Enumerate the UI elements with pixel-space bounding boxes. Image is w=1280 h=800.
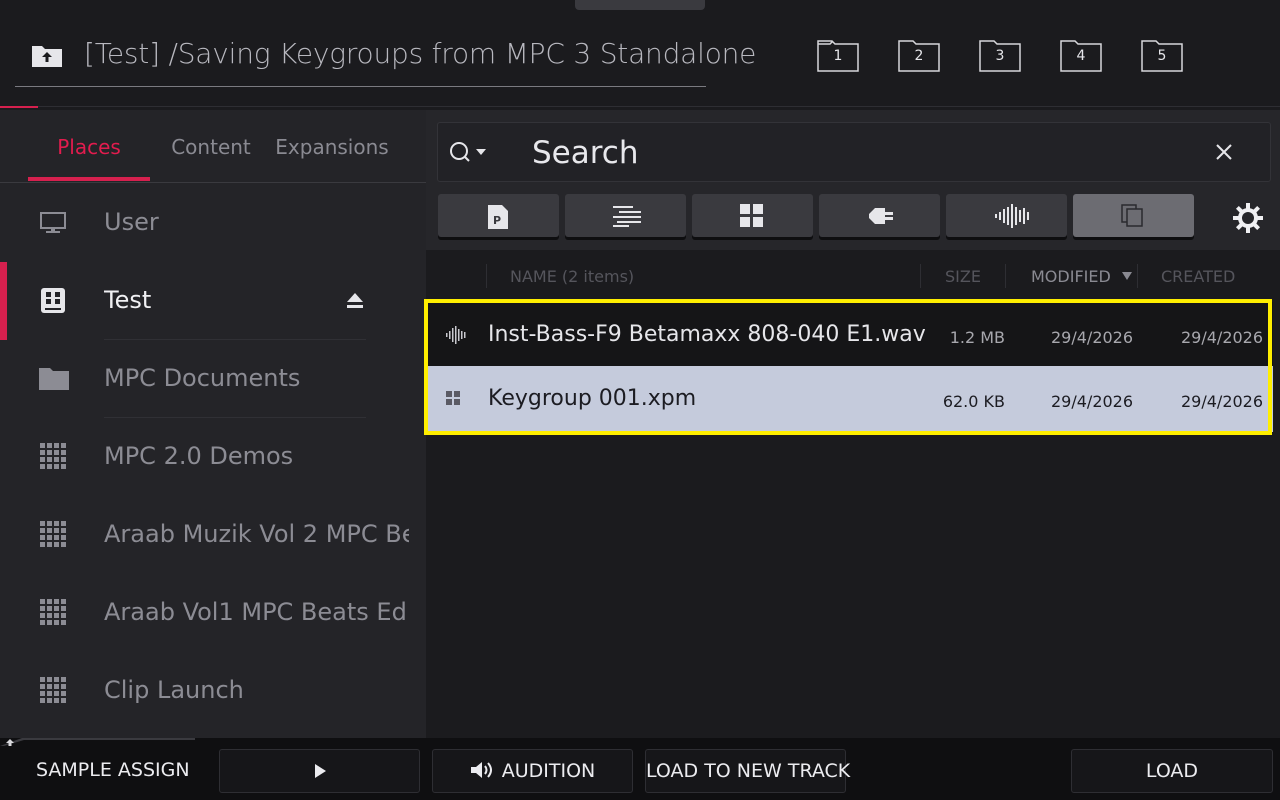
col-modified[interactable]: MODIFIED bbox=[1031, 267, 1111, 286]
pad-grid-icon bbox=[40, 677, 66, 703]
tab-content[interactable]: Content bbox=[150, 110, 272, 182]
file-created: 29/4/2026 bbox=[1181, 392, 1264, 411]
tab-places[interactable]: Places bbox=[28, 110, 150, 182]
svg-text:P: P bbox=[493, 214, 501, 227]
plugin-filter-button[interactable] bbox=[819, 194, 940, 237]
file-modified: 29/4/2026 bbox=[1051, 328, 1134, 347]
search-icon[interactable] bbox=[448, 139, 492, 167]
program-filter-button[interactable] bbox=[692, 194, 813, 237]
sidebar-item-label: User bbox=[104, 208, 159, 236]
col-size[interactable]: SIZE bbox=[945, 267, 981, 286]
file-row[interactable]: Keygroup 001.xpm 62.0 KB 29/4/2026 29/4/… bbox=[426, 366, 1273, 432]
up-folder-icon[interactable] bbox=[31, 42, 63, 68]
speaker-icon bbox=[470, 762, 492, 778]
sample-filter-button[interactable] bbox=[946, 194, 1067, 237]
project-filter-button[interactable]: P bbox=[438, 194, 559, 237]
pad-grid-icon bbox=[40, 443, 66, 469]
all-files-filter-button[interactable] bbox=[1073, 194, 1194, 237]
selection-marker bbox=[0, 262, 7, 340]
sidebar-item-label: Araab Vol1 MPC Beats Edition bbox=[104, 598, 409, 626]
quick-folder-label: 2 bbox=[914, 48, 924, 64]
sidebar-item-clip-launch[interactable]: Clip Launch bbox=[0, 652, 426, 730]
all-files-filter-icon bbox=[1121, 204, 1143, 227]
quick-folder-label: 1 bbox=[833, 48, 843, 64]
quick-folder-label: 4 bbox=[1076, 48, 1086, 64]
header: [Test] /Saving Keygroups from MPC 3 Stan… bbox=[0, 0, 1280, 106]
accent-mark bbox=[0, 106, 38, 108]
quick-folder-5[interactable]: 5 bbox=[1141, 40, 1183, 72]
quick-folder-1[interactable]: 1 bbox=[817, 40, 859, 72]
file-size: 1.2 MB bbox=[949, 328, 1005, 347]
sidebar-item-araab-vol2[interactable]: Araab Muzik Vol 2 MPC Beats bbox=[0, 496, 426, 574]
drive-icon bbox=[41, 288, 65, 313]
waveform-icon bbox=[446, 326, 466, 344]
sample-assign-button[interactable]: SAMPLE ASSIGN bbox=[36, 759, 190, 781]
close-icon[interactable] bbox=[1214, 142, 1234, 162]
divider bbox=[920, 264, 921, 288]
tab-expansions[interactable]: Expansions bbox=[272, 110, 392, 182]
eject-icon[interactable] bbox=[346, 292, 364, 310]
plugin-filter-icon bbox=[869, 208, 893, 224]
shift-up-icon[interactable] bbox=[0, 738, 195, 746]
file-created: 29/4/2026 bbox=[1181, 328, 1264, 347]
col-created[interactable]: CREATED bbox=[1161, 267, 1235, 286]
sort-down-icon bbox=[1122, 272, 1132, 280]
file-list: Inst-Bass-F9 Betamaxx 808-040 E1.wav 1.2… bbox=[426, 298, 1273, 434]
divider bbox=[486, 264, 487, 288]
sample-filter-icon bbox=[995, 204, 1029, 228]
monitor-icon bbox=[40, 212, 66, 233]
sidebar-item-user[interactable]: User bbox=[0, 184, 426, 262]
program-filter-icon bbox=[740, 204, 763, 227]
file-browser: P bbox=[426, 110, 1280, 738]
search-input[interactable] bbox=[532, 131, 1192, 175]
pad-grid-icon bbox=[40, 599, 66, 625]
divider bbox=[1137, 264, 1138, 288]
quick-folder-2[interactable]: 2 bbox=[898, 40, 940, 72]
sidebar-item-mpc-demos[interactable]: MPC 2.0 Demos bbox=[0, 418, 426, 496]
file-size: 62.0 KB bbox=[942, 392, 1005, 411]
quick-folder-label: 5 bbox=[1157, 48, 1167, 64]
sequence-filter-icon bbox=[613, 206, 641, 227]
bottom-bar: SAMPLE ASSIGN AUDITION LOAD TO NEW TRACK… bbox=[0, 738, 1280, 800]
file-name: Inst-Bass-F9 Betamaxx 808-040 E1.wav bbox=[488, 322, 926, 347]
sequence-filter-button[interactable] bbox=[565, 194, 686, 237]
search-toolbar: P bbox=[426, 110, 1280, 250]
audition-label: AUDITION bbox=[501, 760, 596, 782]
active-tab-indicator bbox=[28, 177, 150, 181]
sidebar-item-label: Araab Muzik Vol 2 MPC Beats bbox=[104, 520, 409, 548]
sidebar-item-araab-vol1[interactable]: Araab Vol1 MPC Beats Edition bbox=[0, 574, 426, 652]
sidebar-item-label: MPC 2.0 Demos bbox=[104, 442, 294, 470]
sidebar-item-test[interactable]: Test bbox=[0, 262, 426, 340]
current-path: [Test] /Saving Keygroups from MPC 3 Stan… bbox=[84, 37, 757, 70]
load-to-new-track-button[interactable]: LOAD TO NEW TRACK bbox=[645, 749, 850, 793]
file-row[interactable]: Inst-Bass-F9 Betamaxx 808-040 E1.wav 1.2… bbox=[426, 302, 1273, 368]
search-box[interactable] bbox=[437, 122, 1271, 182]
load-button[interactable]: LOAD bbox=[1071, 749, 1273, 793]
column-header: NAME (2 items) SIZE MODIFIED CREATED bbox=[426, 258, 1280, 294]
sidebar-item-label: Clip Launch bbox=[104, 676, 244, 704]
quick-folder-3[interactable]: 3 bbox=[979, 40, 1021, 72]
audition-button[interactable]: AUDITION bbox=[432, 749, 633, 793]
project-filter-icon: P bbox=[488, 205, 508, 229]
play-icon bbox=[314, 764, 326, 778]
sidebar-item-label: MPC Documents bbox=[104, 364, 301, 392]
divider bbox=[0, 106, 1280, 107]
quick-folder-4[interactable]: 4 bbox=[1060, 40, 1102, 72]
keygroup-icon bbox=[446, 391, 460, 405]
sidebar-item-mpc-documents[interactable]: MPC Documents bbox=[0, 340, 426, 418]
file-modified: 29/4/2026 bbox=[1051, 392, 1134, 411]
play-button[interactable] bbox=[219, 749, 420, 793]
col-name[interactable]: NAME (2 items) bbox=[510, 267, 634, 286]
pad-grid-icon bbox=[40, 521, 66, 547]
divider bbox=[1005, 264, 1006, 288]
file-name: Keygroup 001.xpm bbox=[488, 386, 697, 411]
path-bar[interactable]: [Test] /Saving Keygroups from MPC 3 Stan… bbox=[15, 30, 756, 87]
quick-folder-label: 3 bbox=[995, 48, 1005, 64]
places-sidebar: Places Content Expansions User Test MPC … bbox=[0, 110, 426, 738]
top-handle[interactable] bbox=[575, 0, 705, 10]
folder-icon bbox=[39, 368, 69, 390]
sidebar-tabs: Places Content Expansions bbox=[0, 110, 426, 183]
gear-icon[interactable] bbox=[1232, 202, 1264, 234]
